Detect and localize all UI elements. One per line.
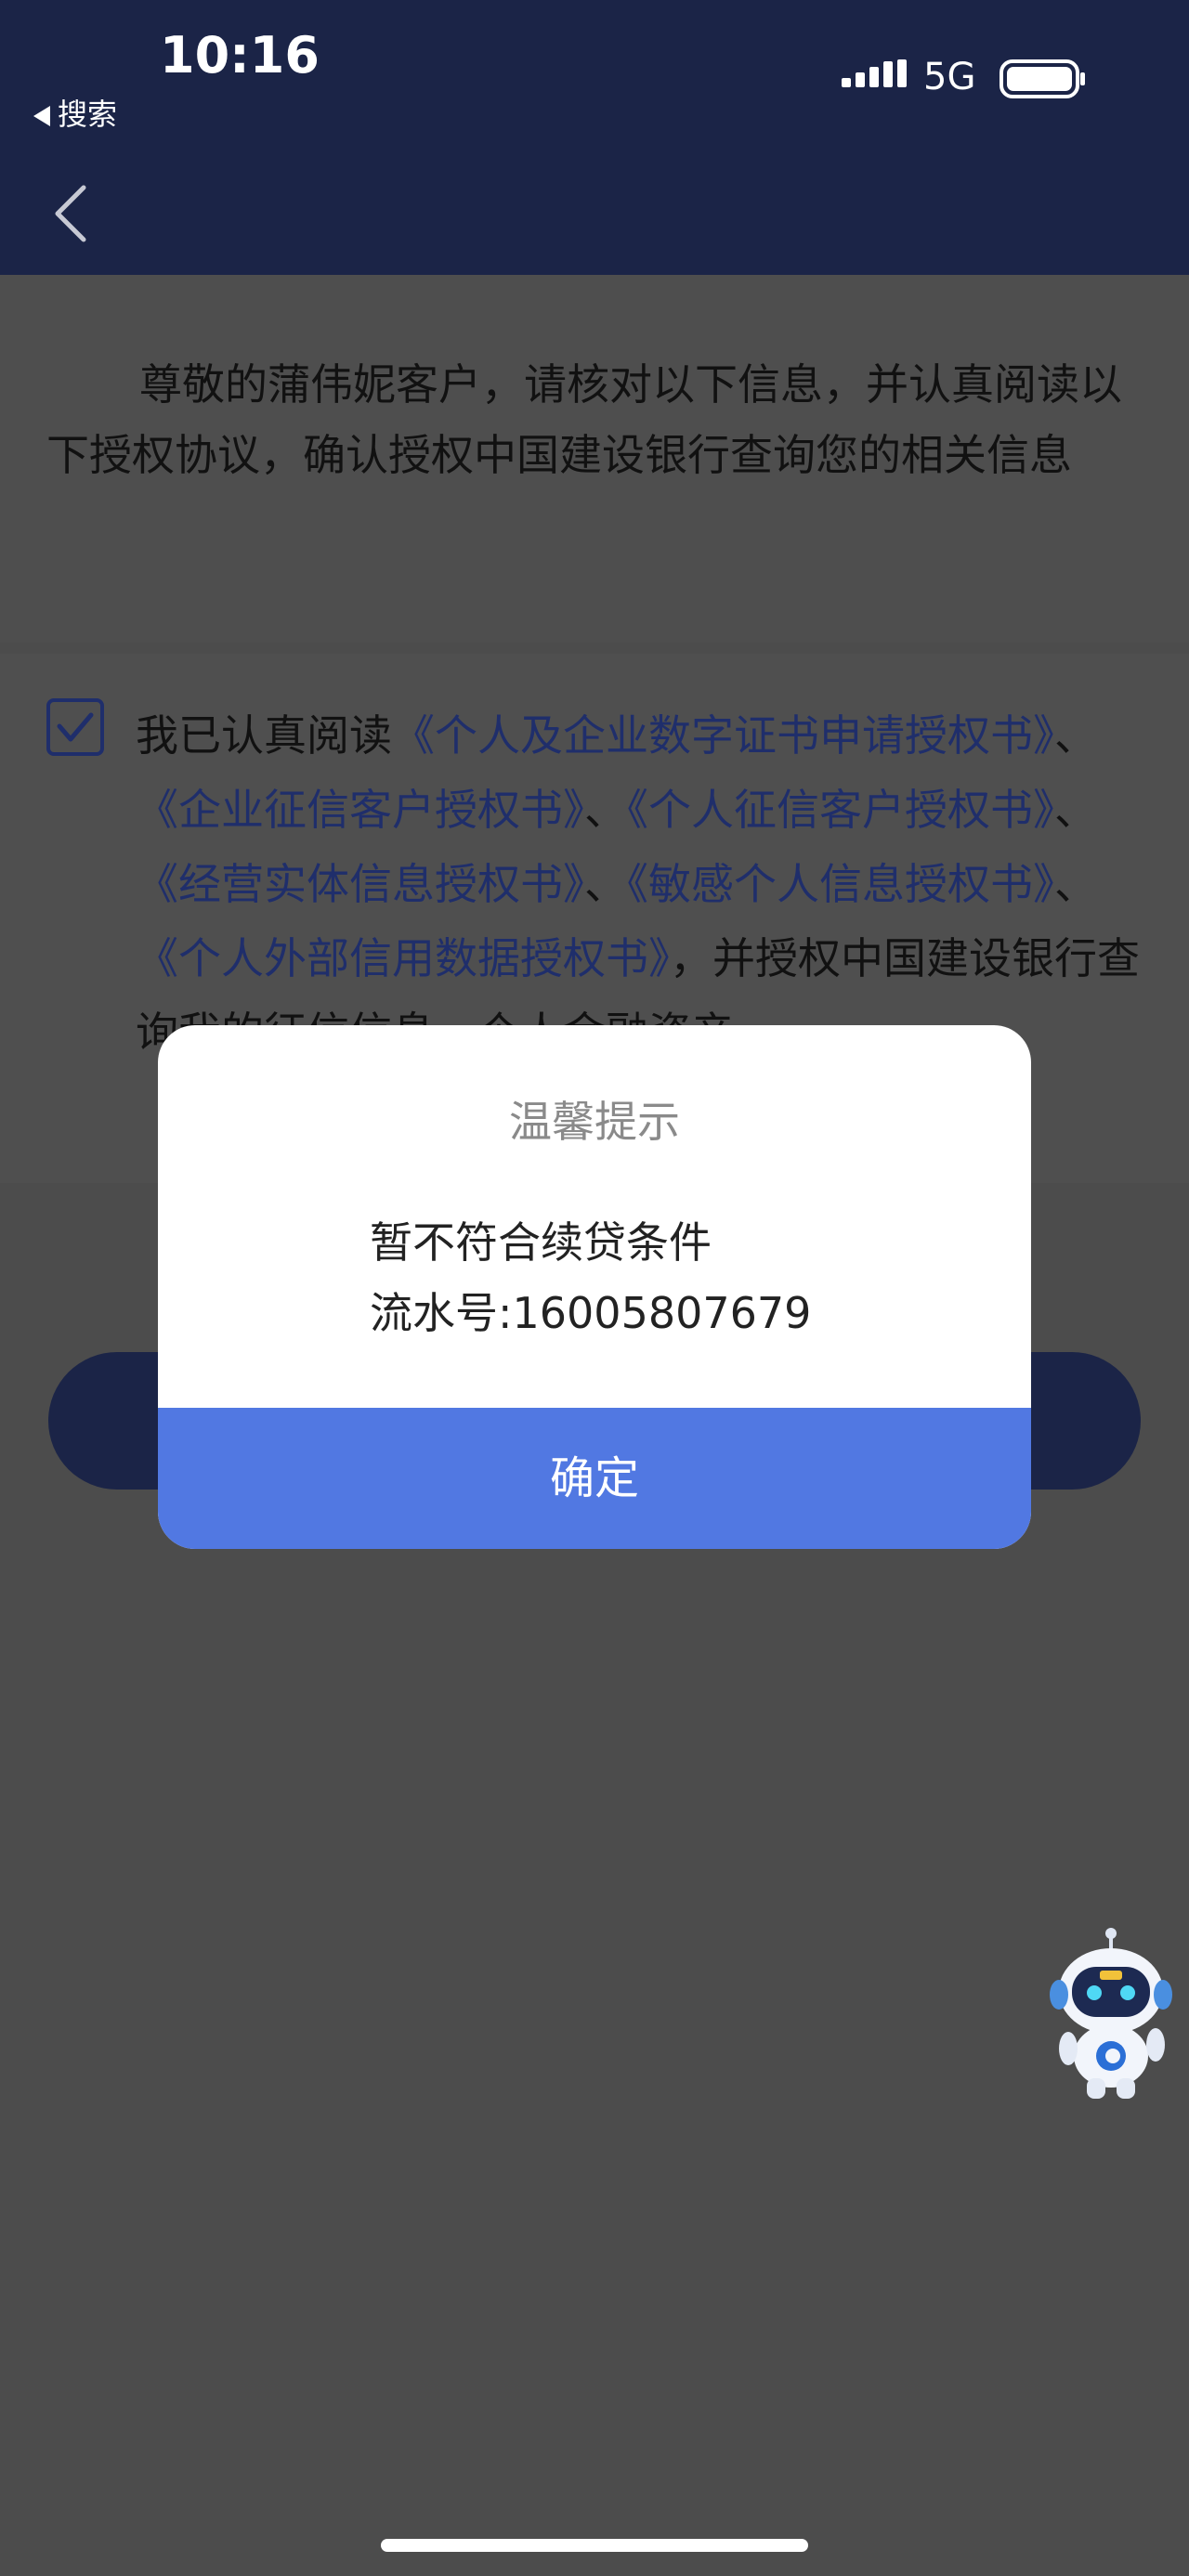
nav-back-chevron-icon[interactable] [50,182,91,245]
assistant-robot-icon[interactable] [1046,1926,1176,2102]
agreement-checkbox[interactable] [46,698,104,756]
agreement-text: 我已认真阅读《个人及企业数字证书申请授权书》、《企业征信客户授权书》、《个人征信… [136,698,1143,1070]
dialog-title: 温馨提示 [509,1097,680,1147]
agreement-separator: 、 [1054,785,1097,835]
home-indicator[interactable] [381,2539,808,2552]
confirm-button[interactable]: 确定 [158,1408,1031,1549]
agreement-separator: 、 [584,859,627,909]
intro-section: 尊敬的蒲伟妮客户，请核对以下信息，并认真阅读以下授权协议，确认授权中国建设银行查… [0,275,1189,643]
agreement-separator: 、 [584,785,627,835]
network-type: 5G [923,56,976,98]
status-time: 10:16 [160,26,320,85]
agreement-prefix: 我已认真阅读 [136,710,392,761]
alert-dialog: 温馨提示 暂不符合续贷条件 流水号:16005807679 确定 [158,1025,1031,1549]
agreement-separator: 、 [1054,710,1097,761]
agreement-link-enterprise-credit[interactable]: 《企业征信客户授权书》 [136,785,584,835]
agreement-link-sensitive-info[interactable]: 《敏感个人信息授权书》 [627,859,1054,909]
agreement-link-external-credit[interactable]: 《个人外部信用数据授权书》 [136,933,670,983]
battery-icon [1000,59,1085,98]
intro-text: 尊敬的蒲伟妮客户，请核对以下信息，并认真阅读以下授权协议，确认授权中国建设银行查… [46,359,1122,480]
back-app-label: 搜索 [58,97,118,132]
dialog-message: 暂不符合续贷条件 流水号:16005807679 [370,1207,811,1348]
agreement-link-business-entity[interactable]: 《经营实体信息授权书》 [136,859,584,909]
agreement-link-digital-cert[interactable]: 《个人及企业数字证书申请授权书》 [392,710,1054,761]
back-triangle-icon [33,106,50,126]
back-to-app-link[interactable]: 搜索 [33,91,117,134]
dialog-message-line2: 流水号:16005807679 [370,1288,812,1338]
agreement-separator: 、 [1054,859,1097,909]
top-bar: 10:16 搜索 5G [0,0,1189,275]
dialog-message-line1: 暂不符合续贷条件 [370,1217,712,1268]
signal-strength-icon [842,59,907,87]
agreement-link-personal-credit[interactable]: 《个人征信客户授权书》 [627,785,1054,835]
